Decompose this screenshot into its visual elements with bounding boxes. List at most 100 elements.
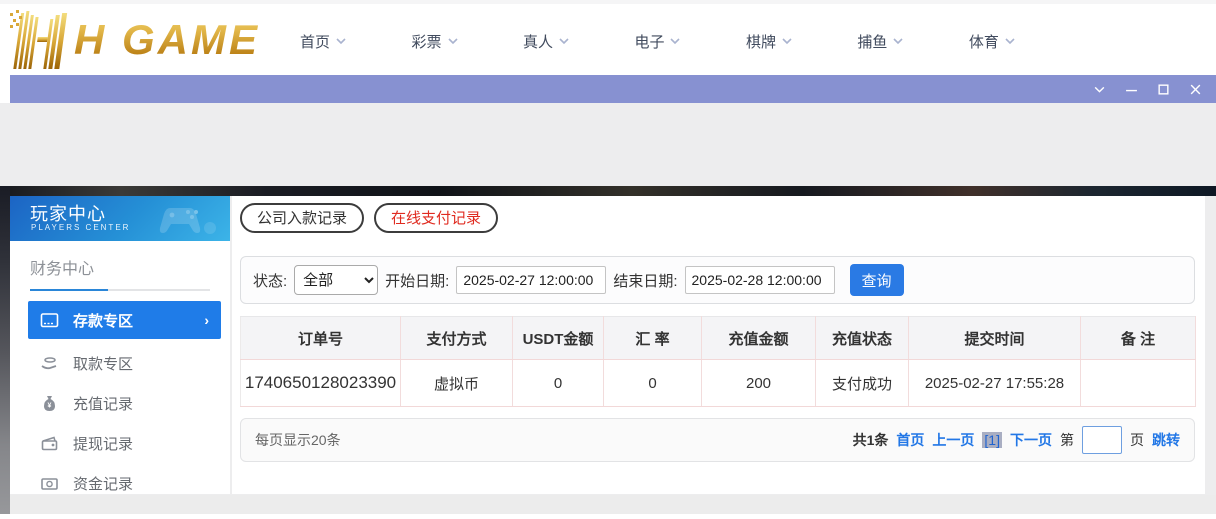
nav-item-home[interactable]: 首页 bbox=[300, 31, 346, 52]
main-panel: 公司入款记录 在线支付记录 状态: 全部 开始日期: 结束日期: 查询 订单号 … bbox=[232, 196, 1205, 494]
brand-logo[interactable]: H GAME bbox=[6, 6, 260, 74]
col-order-no: 订单号 bbox=[241, 317, 401, 360]
recharge-moneybag-icon: ¥ bbox=[40, 394, 59, 413]
pager-controls: 共1条 首页 上一页 [1] 下一页 第 页 跳转 bbox=[853, 426, 1180, 454]
decor-dark-band bbox=[0, 186, 1216, 196]
sidebar-item-withdraw-zone[interactable]: 取款专区 bbox=[28, 343, 221, 383]
status-select[interactable]: 全部 bbox=[294, 265, 378, 295]
col-remark: 备 注 bbox=[1081, 317, 1196, 360]
sidebar: 玩家中心 PLAYERS CENTER 财务中心 存款专区 › bbox=[10, 196, 230, 494]
current-page-indicator: [1] bbox=[982, 432, 1002, 448]
records-table: 订单号 支付方式 USDT金额 汇 率 充值金额 充值状态 提交时间 备 注 1… bbox=[240, 316, 1196, 407]
bottom-edge bbox=[0, 514, 1216, 519]
col-recharge-status: 充值状态 bbox=[816, 317, 909, 360]
chevron-down-icon bbox=[448, 36, 458, 46]
sidebar-menu: 存款专区 › 取款专区 ¥ 充值记录 提现记录 bbox=[10, 297, 230, 503]
tab-company-deposit-records[interactable]: 公司入款记录 bbox=[240, 203, 364, 233]
sidebar-item-label: 充值记录 bbox=[73, 393, 133, 414]
nav-label: 彩票 bbox=[411, 31, 441, 52]
end-date-input[interactable] bbox=[685, 266, 835, 294]
status-label: 状态: bbox=[253, 270, 287, 291]
pagination-bar: 每页显示20条 共1条 首页 上一页 [1] 下一页 第 页 跳转 bbox=[240, 418, 1195, 462]
chevron-right-icon: › bbox=[204, 312, 209, 328]
svg-text:¥: ¥ bbox=[48, 402, 52, 409]
col-recharge-amount: 充值金额 bbox=[702, 317, 816, 360]
jump-button[interactable]: 跳转 bbox=[1152, 430, 1180, 450]
nav-label: 真人 bbox=[523, 31, 553, 52]
page-number-input[interactable] bbox=[1082, 426, 1122, 454]
nav-item-slots[interactable]: 电子 bbox=[634, 31, 680, 52]
cell-order-no: 1740650128023390 bbox=[241, 360, 401, 407]
cell-exchange-rate: 0 bbox=[604, 360, 702, 407]
window-titlebar bbox=[10, 75, 1216, 103]
decor-left-strip bbox=[0, 186, 10, 519]
nav-label: 首页 bbox=[300, 31, 330, 52]
chevron-down-icon bbox=[893, 36, 903, 46]
top-header: H GAME 首页 彩票 真人 电子 棋牌 捕鱼 体育 bbox=[0, 0, 1216, 78]
tab-online-payment-records[interactable]: 在线支付记录 bbox=[374, 203, 498, 233]
jump-suffix-text: 页 bbox=[1130, 430, 1144, 450]
filter-bar: 状态: 全部 开始日期: 结束日期: 查询 bbox=[240, 256, 1195, 304]
sidebar-section: 财务中心 bbox=[10, 241, 230, 279]
nav-label: 体育 bbox=[969, 31, 999, 52]
cell-remark bbox=[1081, 360, 1196, 407]
jump-prefix-text: 第 bbox=[1060, 430, 1074, 450]
logo-icon bbox=[6, 7, 72, 73]
chevron-down-icon bbox=[670, 36, 680, 46]
chevron-down-icon bbox=[782, 36, 792, 46]
section-divider bbox=[30, 289, 210, 291]
query-button[interactable]: 查询 bbox=[850, 264, 904, 296]
col-pay-method: 支付方式 bbox=[401, 317, 513, 360]
sidebar-item-recharge-records[interactable]: ¥ 充值记录 bbox=[28, 383, 221, 423]
prev-page-link[interactable]: 上一页 bbox=[932, 430, 974, 450]
sidebar-item-funds-records[interactable]: 资金记录 bbox=[28, 463, 221, 503]
sidebar-item-label: 存款专区 bbox=[73, 310, 133, 331]
sidebar-item-label: 提现记录 bbox=[73, 433, 133, 454]
upper-gray-region bbox=[0, 103, 1216, 186]
table-row: 1740650128023390 虚拟币 0 0 200 支付成功 2025-0… bbox=[241, 360, 1196, 407]
start-date-label: 开始日期: bbox=[385, 270, 449, 291]
main-nav: 首页 彩票 真人 电子 棋牌 捕鱼 体育 bbox=[300, 8, 1015, 74]
gamepad-icon bbox=[152, 200, 222, 238]
close-icon[interactable] bbox=[1188, 82, 1202, 96]
sidebar-item-deposit-zone[interactable]: 存款专区 › bbox=[28, 301, 221, 339]
window-dropdown-icon[interactable] bbox=[1092, 82, 1106, 96]
cell-recharge-status: 支付成功 bbox=[816, 360, 909, 407]
nav-item-chess[interactable]: 棋牌 bbox=[746, 31, 792, 52]
chevron-down-icon bbox=[1005, 36, 1015, 46]
sidebar-item-label: 资金记录 bbox=[73, 473, 133, 494]
withdrawal-wallet-icon bbox=[40, 434, 59, 453]
minimize-icon[interactable] bbox=[1124, 82, 1138, 96]
sidebar-header: 玩家中心 PLAYERS CENTER bbox=[10, 196, 230, 241]
chevron-down-icon bbox=[559, 36, 569, 46]
nav-item-fishing[interactable]: 捕鱼 bbox=[857, 31, 903, 52]
deposit-card-icon bbox=[40, 311, 59, 330]
nav-label: 棋牌 bbox=[746, 31, 776, 52]
next-page-link[interactable]: 下一页 bbox=[1010, 430, 1052, 450]
sidebar-subtitle: PLAYERS CENTER bbox=[31, 223, 130, 232]
cell-usdt-amount: 0 bbox=[513, 360, 604, 407]
maximize-icon[interactable] bbox=[1156, 82, 1170, 96]
nav-item-live[interactable]: 真人 bbox=[523, 31, 569, 52]
per-page-text: 每页显示20条 bbox=[255, 430, 341, 450]
sidebar-item-withdrawal-records[interactable]: 提现记录 bbox=[28, 423, 221, 463]
end-date-label: 结束日期: bbox=[613, 270, 677, 291]
sidebar-item-label: 取款专区 bbox=[73, 353, 133, 374]
nav-item-lottery[interactable]: 彩票 bbox=[411, 31, 457, 52]
record-tabs: 公司入款记录 在线支付记录 bbox=[240, 203, 498, 233]
table-header-row: 订单号 支付方式 USDT金额 汇 率 充值金额 充值状态 提交时间 备 注 bbox=[241, 317, 1196, 360]
section-title: 财务中心 bbox=[30, 261, 94, 278]
cell-recharge-amount: 200 bbox=[702, 360, 816, 407]
cell-pay-method: 虚拟币 bbox=[401, 360, 513, 407]
cell-submit-time: 2025-02-27 17:55:28 bbox=[909, 360, 1081, 407]
nav-item-sports[interactable]: 体育 bbox=[969, 31, 1015, 52]
logo-text: H GAME bbox=[74, 6, 260, 74]
nav-label: 捕鱼 bbox=[857, 31, 887, 52]
funds-record-icon bbox=[40, 474, 59, 493]
total-count-text: 共1条 bbox=[853, 430, 889, 450]
chevron-down-icon bbox=[336, 36, 346, 46]
col-usdt-amount: USDT金额 bbox=[513, 317, 604, 360]
first-page-link[interactable]: 首页 bbox=[896, 430, 924, 450]
col-submit-time: 提交时间 bbox=[909, 317, 1081, 360]
start-date-input[interactable] bbox=[456, 266, 606, 294]
